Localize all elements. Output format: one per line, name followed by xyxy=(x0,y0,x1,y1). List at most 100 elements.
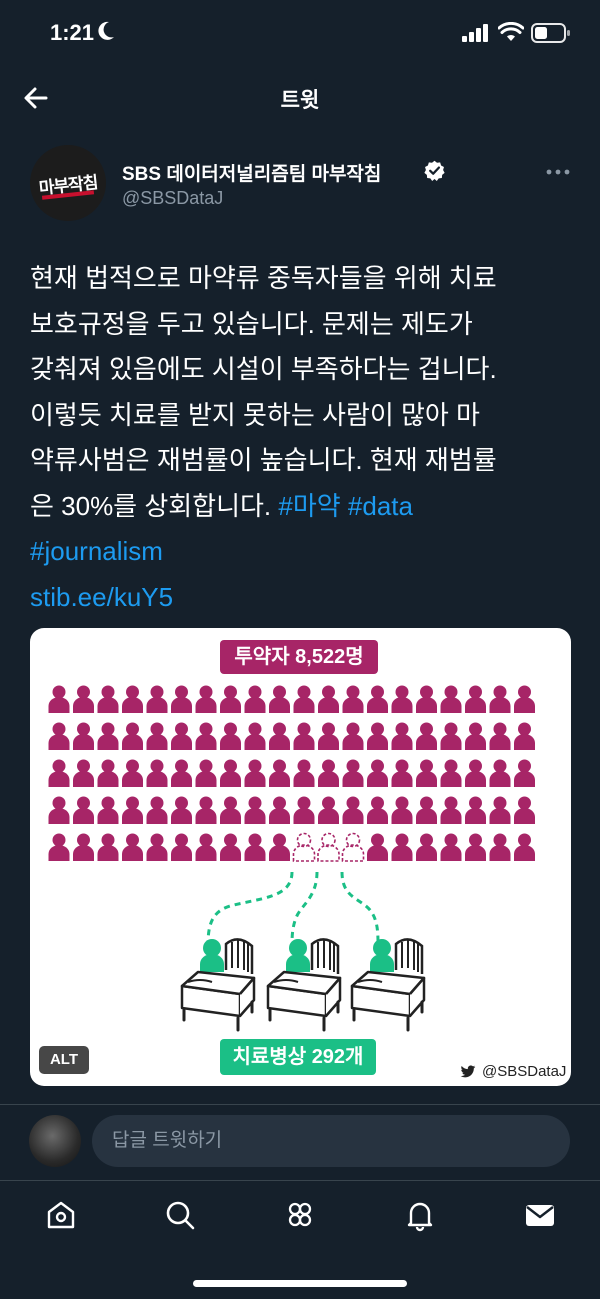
dashed-connectors xyxy=(206,871,380,947)
person-icon xyxy=(146,833,168,861)
person-icon xyxy=(367,759,388,787)
tweet-image[interactable]: 투약자 8,522명 치료병상 292개 ALT @SBSDataJ xyxy=(30,628,571,1086)
communities-icon[interactable] xyxy=(283,1198,317,1232)
hospital-bed-icon xyxy=(266,938,342,1032)
person-icon xyxy=(318,796,339,824)
twitter-bird-icon xyxy=(460,1065,476,1078)
person-icon xyxy=(391,685,413,713)
person-icon xyxy=(367,833,388,861)
person-icon xyxy=(73,722,94,750)
tweet-text-fragment: 은 30%를 상회합니다. xyxy=(30,490,279,521)
hashtag-link[interactable]: #data xyxy=(348,491,413,521)
person-icon xyxy=(440,833,462,861)
divider xyxy=(0,1104,600,1105)
person-icon xyxy=(97,722,119,750)
hospital-bed-icon xyxy=(180,938,256,1032)
person-icon xyxy=(318,722,339,750)
status-bar: 1:21 xyxy=(0,0,600,70)
person-icon xyxy=(293,722,315,750)
status-time: 1:21 xyxy=(50,20,95,45)
person-icon xyxy=(220,722,241,750)
cellular-signal-icon xyxy=(462,24,488,42)
person-icon xyxy=(73,796,94,824)
person-icon xyxy=(440,685,462,713)
url-link[interactable]: stib.ee/kuY5 xyxy=(30,582,173,612)
battery-icon xyxy=(531,23,570,43)
person-icon xyxy=(97,759,119,787)
more-options-icon[interactable] xyxy=(546,168,570,176)
search-icon[interactable] xyxy=(163,1198,197,1232)
tweet-text-line: 갖춰져 있음에도 시설이 부족하다는 겁니다. xyxy=(30,354,497,384)
tweet-text: 현재 법적으로 마약류 중독자들을 위해 치료 보호규정을 두고 있습니다. 문… xyxy=(30,256,578,620)
hashtag-link[interactable]: #마약 xyxy=(278,491,340,521)
person-icon xyxy=(244,833,266,861)
person-icon xyxy=(171,722,192,750)
moon-icon xyxy=(98,21,114,40)
infographic xyxy=(48,685,535,1032)
person-icon xyxy=(440,796,462,824)
person-icon xyxy=(48,796,70,824)
person-icon xyxy=(465,796,486,824)
person-icon xyxy=(514,796,535,824)
person-icon xyxy=(269,796,290,824)
person-icon xyxy=(416,833,437,861)
tweet-text-line: 약류사범은 재범률이 높습니다. 현재 재범률 xyxy=(30,445,497,475)
person-icon xyxy=(342,685,364,713)
person-icon xyxy=(244,796,266,824)
person-icon xyxy=(73,759,94,787)
person-icon xyxy=(146,722,168,750)
beds-label: 치료병상 292개 xyxy=(220,1039,376,1075)
untreated-person-icon xyxy=(317,832,340,862)
verified-badge-icon xyxy=(424,160,445,181)
person-icon xyxy=(244,759,266,787)
untreated-person-icon xyxy=(292,832,316,862)
person-icon xyxy=(269,722,290,750)
person-icon xyxy=(48,759,70,787)
hospital-beds xyxy=(180,938,426,1032)
hashtag-link[interactable]: #journalism xyxy=(30,536,163,566)
tweet-text-line: #journalism xyxy=(30,529,578,575)
person-icon xyxy=(465,685,486,713)
person-icon xyxy=(97,833,119,861)
author-name[interactable]: SBS 데이터저널리즘팀 마부작침 xyxy=(122,159,381,186)
my-avatar[interactable] xyxy=(29,1115,81,1167)
person-icon xyxy=(146,796,168,824)
tweet-text-line: 이렇듯 치료를 받지 못하는 사람이 많아 마 xyxy=(30,399,480,430)
home-icon[interactable] xyxy=(44,1198,78,1232)
person-icon xyxy=(391,796,413,824)
person-icon xyxy=(195,833,217,861)
person-icon xyxy=(122,833,143,861)
messages-icon[interactable] xyxy=(523,1198,557,1232)
person-icon xyxy=(489,722,511,750)
person-icon xyxy=(416,759,437,787)
person-icon xyxy=(514,722,535,750)
addict-icon-grid xyxy=(48,685,535,862)
tweet-text-line: 현재 법적으로 마약류 중독자들을 위해 치료 xyxy=(30,263,497,293)
person-icon xyxy=(318,759,339,787)
person-icon xyxy=(171,685,192,713)
person-icon xyxy=(489,833,511,861)
person-icon xyxy=(514,759,535,787)
author-avatar[interactable]: 마부작침 xyxy=(30,145,106,221)
person-icon xyxy=(220,759,241,787)
alt-text-button[interactable]: ALT xyxy=(39,1046,89,1074)
person-icon xyxy=(48,833,70,861)
person-icon xyxy=(367,685,388,713)
person-icon xyxy=(269,685,290,713)
person-icon xyxy=(171,796,192,824)
person-icon xyxy=(146,685,168,713)
person-icon xyxy=(73,833,94,861)
person-icon xyxy=(97,796,119,824)
person-icon xyxy=(391,833,413,861)
divider xyxy=(0,1180,600,1181)
notifications-icon[interactable] xyxy=(403,1198,437,1232)
person-icon xyxy=(489,796,511,824)
reply-input[interactable]: 답글 트윗하기 xyxy=(92,1115,570,1167)
person-icon xyxy=(122,759,143,787)
page-title: 트윗 xyxy=(280,89,320,112)
person-icon xyxy=(171,833,192,861)
header: 트윗 xyxy=(0,70,600,126)
person-icon xyxy=(195,685,217,713)
person-icon xyxy=(244,685,266,713)
tweet-text-line: 보호규정을 두고 있습니다. 문제는 제도가 xyxy=(30,308,473,339)
